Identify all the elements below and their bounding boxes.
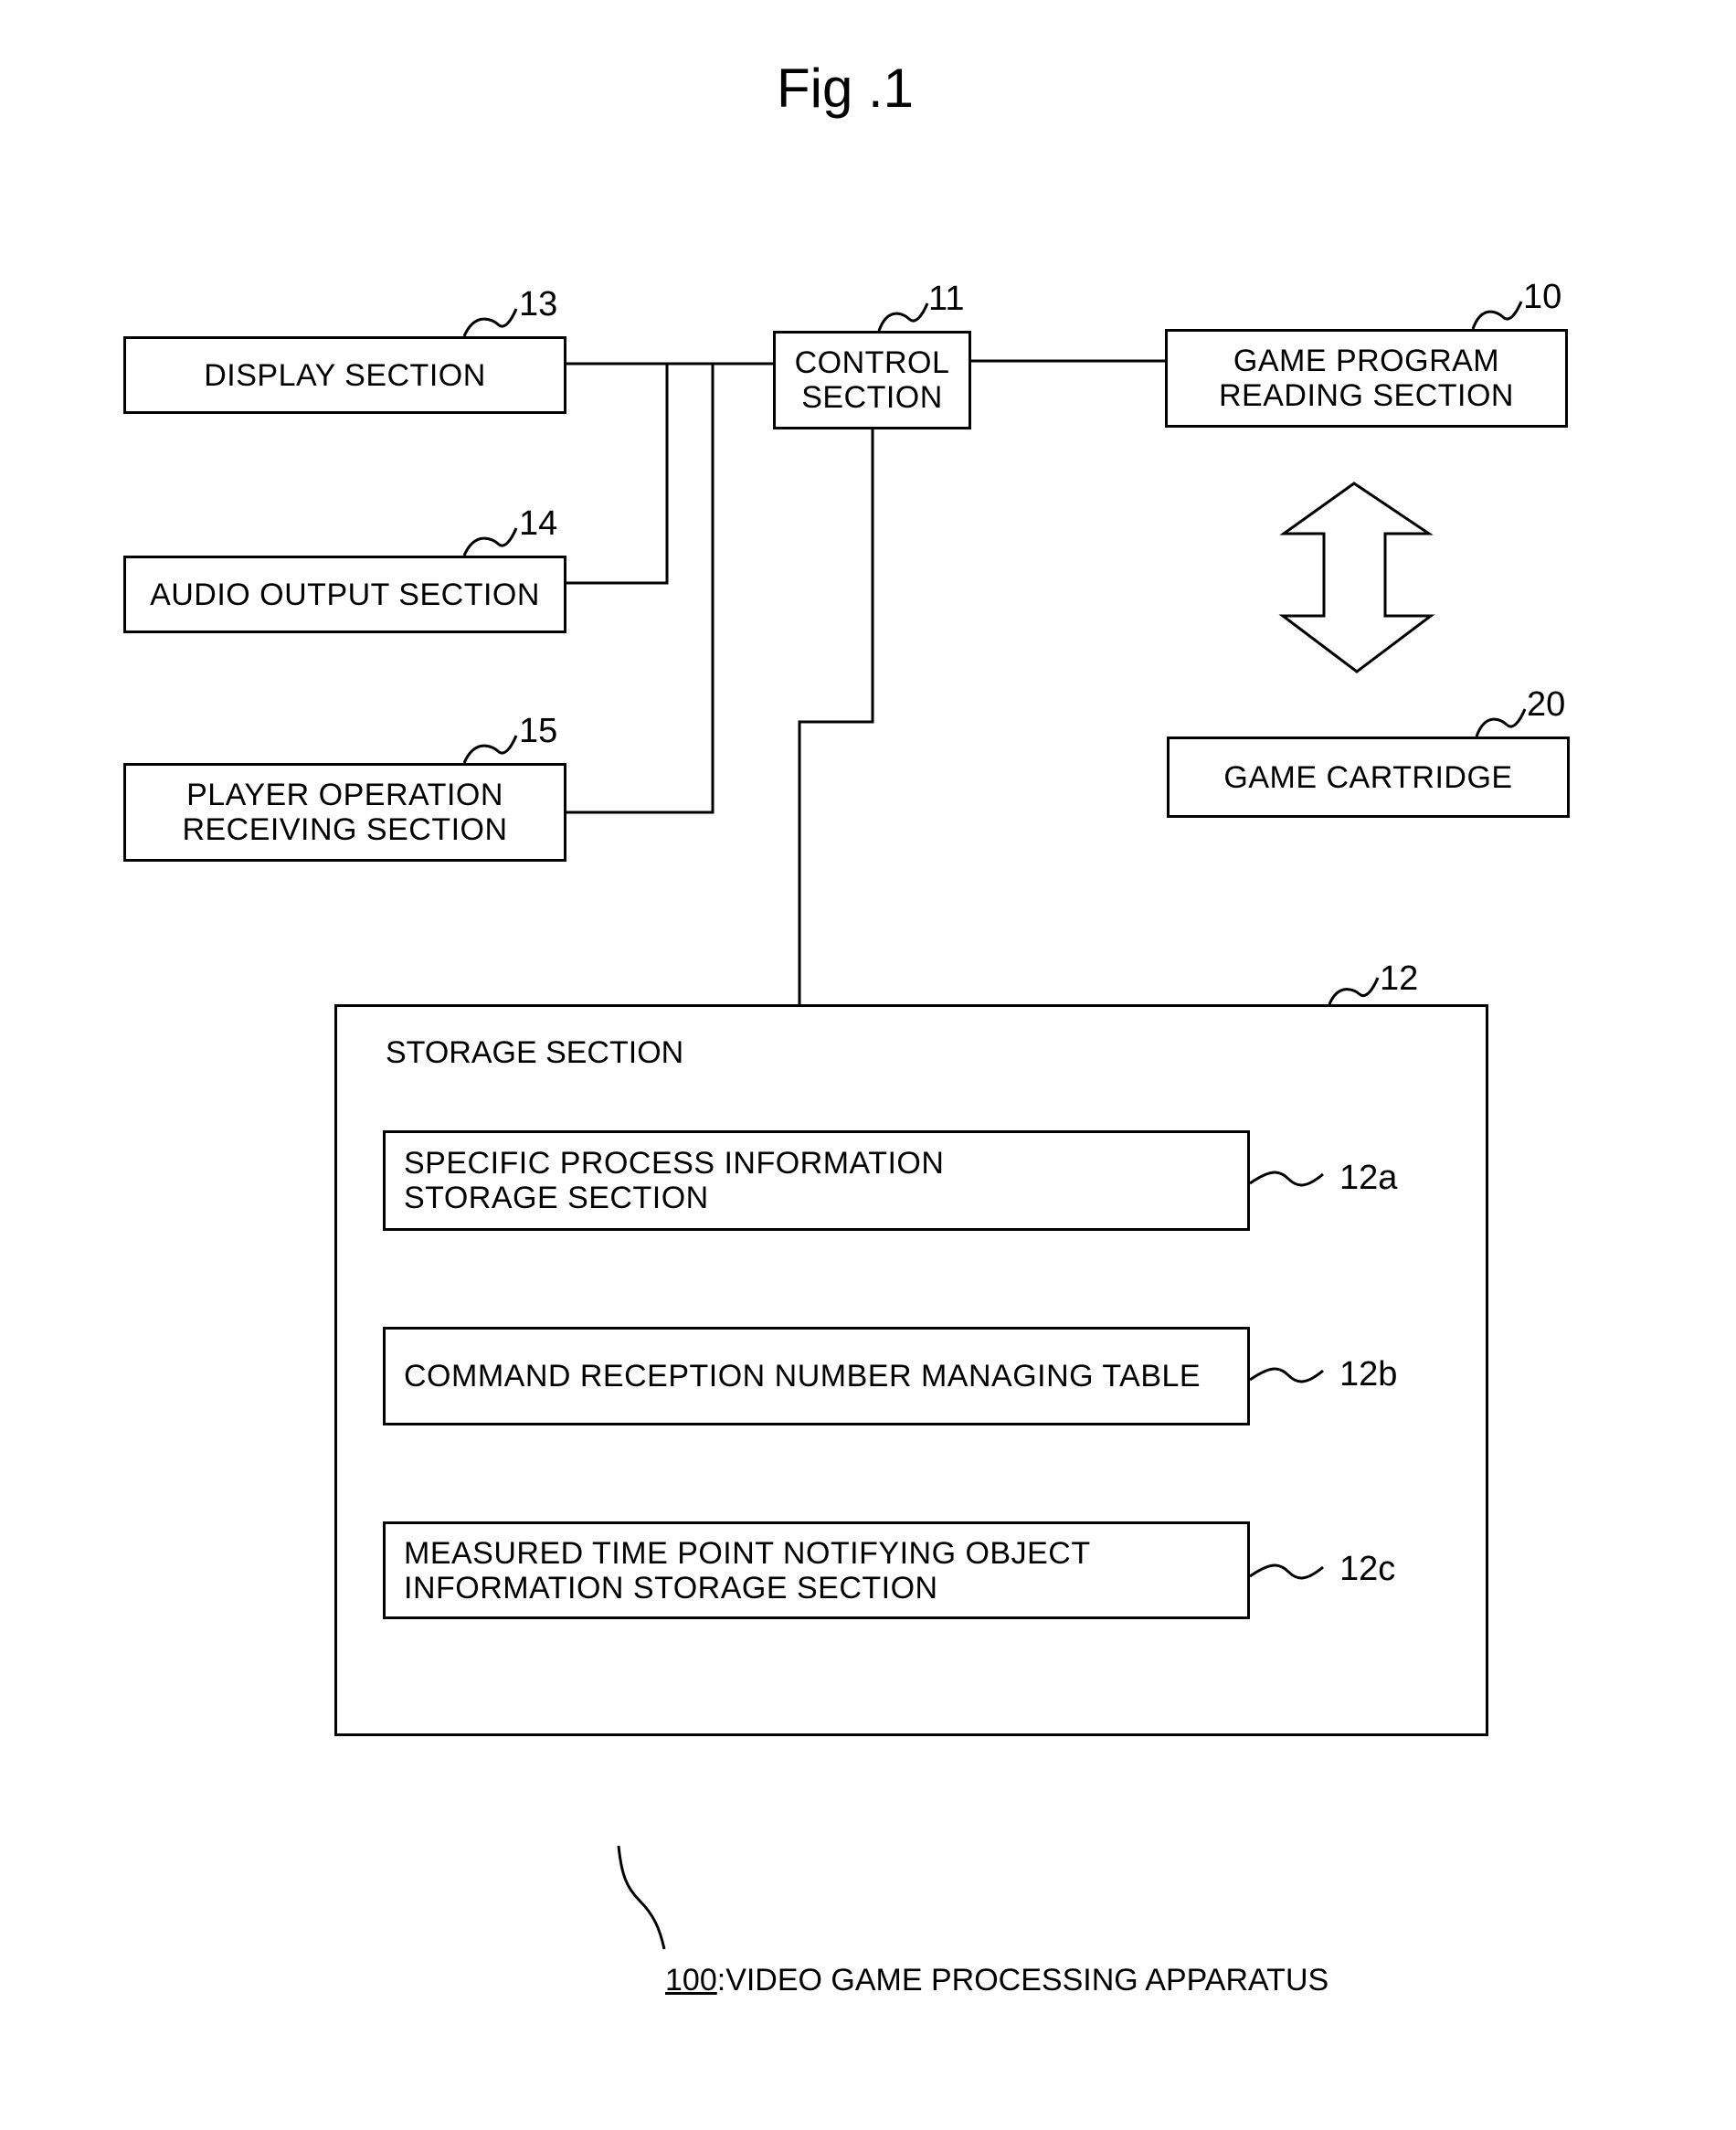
measured-time-point-label-2: INFORMATION STORAGE SECTION: [404, 1570, 938, 1605]
ref-12b: 12b: [1339, 1355, 1398, 1394]
figure-title: Fig .1: [776, 58, 915, 119]
specific-process-info-block: SPECIFIC PROCESS INFORMATION STORAGE SEC…: [383, 1130, 1250, 1231]
game-cartridge-block: GAME CARTRIDGE: [1167, 736, 1570, 818]
ref-15: 15: [519, 712, 558, 750]
control-section-label-1: CONTROL: [794, 345, 950, 380]
measured-time-point-label-1: MEASURED TIME POINT NOTIFYING OBJECT: [404, 1535, 1091, 1571]
display-section-block: DISPLAY SECTION: [123, 336, 566, 414]
leader-100: [617, 1845, 666, 1950]
caption-separator: :: [716, 1963, 726, 1998]
ref-13: 13: [519, 285, 558, 323]
control-section-label-2: SECTION: [801, 380, 943, 415]
figure-caption: 100:VIDEO GAME PROCESSING APPARATUS: [665, 1963, 1328, 1998]
leader-11: [877, 302, 929, 332]
ref-12a: 12a: [1339, 1159, 1398, 1197]
ref-14: 14: [519, 504, 558, 543]
leader-14: [462, 527, 518, 556]
audio-output-block: AUDIO OUTPUT SECTION: [123, 556, 566, 633]
storage-section-label: STORAGE SECTION: [386, 1035, 684, 1070]
specific-process-info-label-1: SPECIFIC PROCESS INFORMATION: [404, 1146, 945, 1181]
player-operation-label-2: RECEIVING SECTION: [182, 812, 508, 847]
bidirectional-arrow-icon: [1278, 482, 1435, 673]
connector-audio-control: [566, 364, 669, 585]
command-reception-table-block: COMMAND RECEPTION NUMBER MANAGING TABLE: [383, 1327, 1250, 1425]
connector-player-control: [566, 364, 715, 814]
leader-10: [1471, 301, 1523, 330]
ref-10: 10: [1523, 278, 1562, 316]
ref-11: 11: [928, 280, 965, 318]
leader-15: [462, 735, 518, 764]
game-program-reading-label-2: READING SECTION: [1219, 378, 1514, 413]
game-program-reading-label-1: GAME PROGRAM: [1233, 344, 1500, 378]
audio-output-label: AUDIO OUTPUT SECTION: [150, 577, 540, 612]
measured-time-point-block: MEASURED TIME POINT NOTIFYING OBJECT INF…: [383, 1521, 1250, 1619]
game-program-reading-block: GAME PROGRAM READING SECTION: [1165, 329, 1568, 428]
specific-process-info-label-2: STORAGE SECTION: [404, 1181, 709, 1215]
game-cartridge-label: GAME CARTRIDGE: [1223, 759, 1513, 795]
leader-20: [1475, 708, 1527, 737]
leader-13: [462, 308, 518, 337]
player-operation-label-1: PLAYER OPERATION: [186, 778, 503, 812]
command-reception-table-label: COMMAND RECEPTION NUMBER MANAGING TABLE: [404, 1359, 1201, 1394]
display-section-label: DISPLAY SECTION: [204, 357, 486, 393]
player-operation-block: PLAYER OPERATION RECEIVING SECTION: [123, 763, 566, 862]
caption-number: 100: [665, 1963, 717, 1998]
ref-12: 12: [1380, 959, 1419, 998]
ref-20: 20: [1527, 685, 1566, 724]
connector-control-storage: [798, 429, 874, 1005]
control-section-block: CONTROL SECTION: [773, 331, 971, 429]
caption-text: VIDEO GAME PROCESSING APPARATUS: [725, 1963, 1329, 1998]
ref-12c: 12c: [1339, 1550, 1396, 1588]
leader-12: [1328, 977, 1380, 1005]
